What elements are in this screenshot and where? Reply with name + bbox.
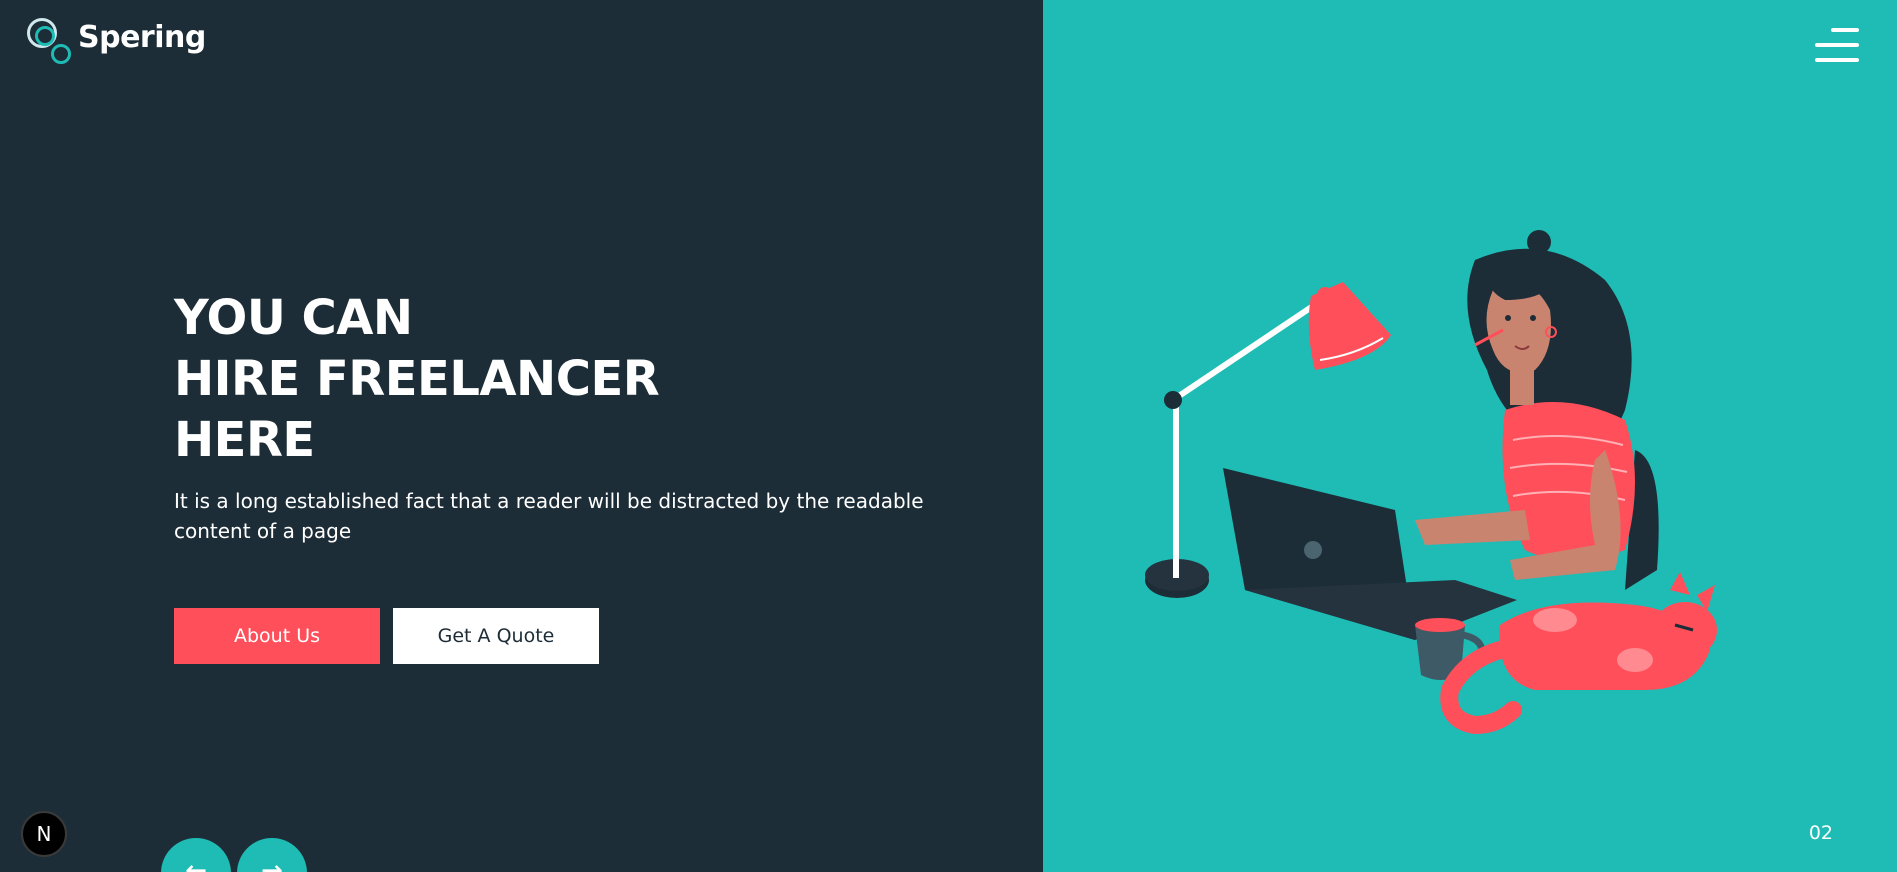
framework-badge[interactable]: N [21, 811, 67, 857]
slider-prev-button[interactable]: ← [161, 838, 231, 872]
hero-title-line: YOU CAN [174, 290, 413, 346]
hero-title-line: HERE [174, 412, 315, 468]
hero-left-panel: Spering YOU CAN HIRE FREELANCER HERE It … [0, 0, 1043, 872]
slide-number: 02 [1808, 822, 1833, 844]
hero-title: YOU CAN HIRE FREELANCER HERE [174, 288, 660, 471]
hamburger-menu-icon[interactable] [1815, 28, 1859, 62]
brand-name: Spering [78, 19, 206, 55]
hero-title-line: HIRE FREELANCER [174, 351, 660, 407]
about-us-button[interactable]: About Us [174, 608, 380, 664]
logo-circles-icon [27, 16, 75, 64]
freelancer-illustration [1145, 230, 1717, 735]
brand-logo[interactable]: Spering [27, 16, 206, 64]
hero-description: It is a long established fact that a rea… [174, 489, 924, 543]
slider-next-button[interactable]: → [237, 838, 307, 872]
arrow-left-icon: ← [185, 856, 207, 872]
laptop-icon [1223, 468, 1517, 640]
get-a-quote-button[interactable]: Get A Quote [393, 608, 599, 664]
arrow-right-icon: → [261, 856, 283, 872]
badge-label: N [36, 822, 52, 846]
